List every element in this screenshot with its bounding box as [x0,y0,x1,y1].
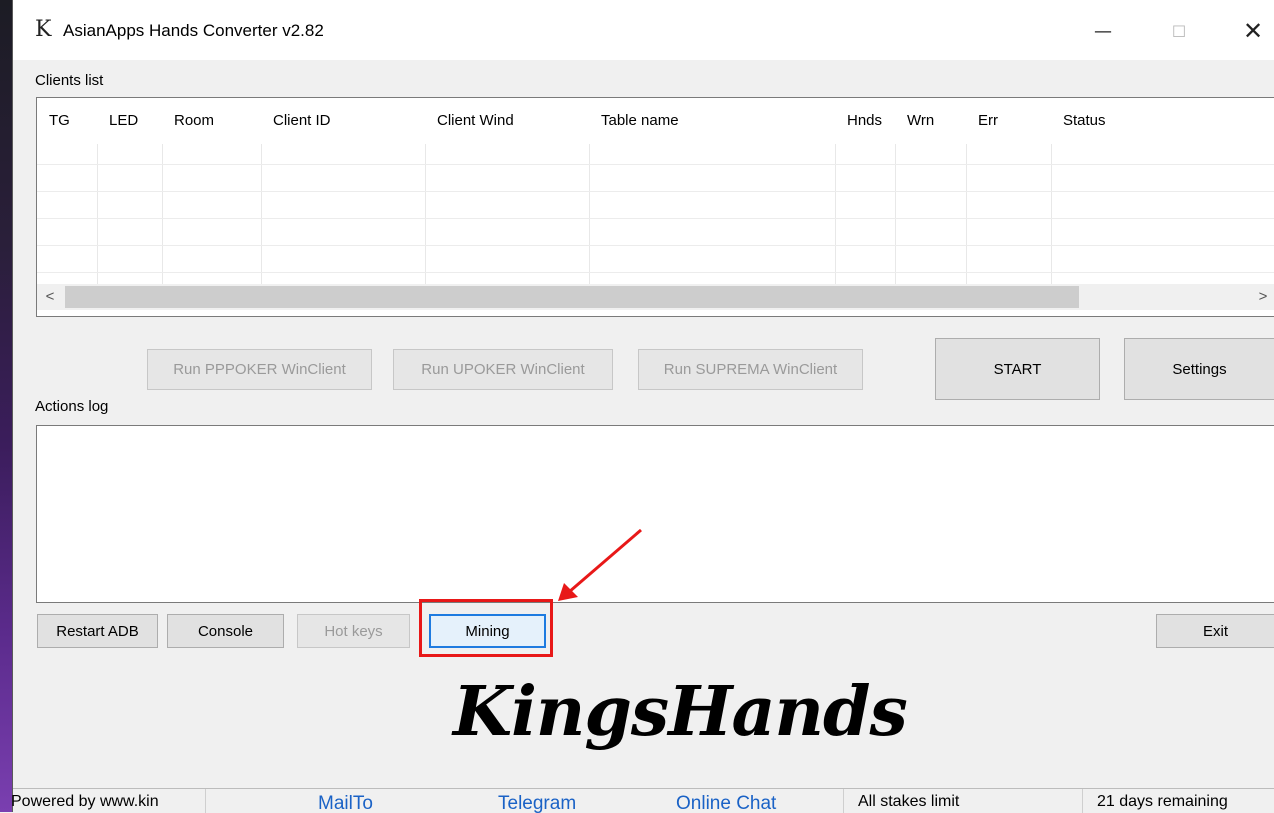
console-button[interactable]: Console [167,614,284,648]
telegram-link[interactable]: Telegram [498,789,638,813]
app-logo-icon: K [35,17,52,42]
column-header-status[interactable]: Status [1051,98,1274,144]
actions-log-label: Actions log [35,398,109,415]
status-powered-by: Powered by www.kin [11,789,206,813]
run-pppoker-winclient-button[interactable]: Run PPPOKER WinClient [147,349,372,390]
column-divider [589,144,590,284]
exit-button[interactable]: Exit [1156,614,1274,648]
close-button[interactable]: ✕ [1231,14,1274,48]
clients-list-table[interactable]: TG LED Room Client ID Client Wind Table … [36,97,1274,317]
column-divider [162,144,163,284]
column-header-err[interactable]: Err [966,98,1051,144]
column-divider [1051,144,1052,284]
column-header-table-name[interactable]: Table name [589,98,835,144]
mining-button[interactable]: Mining [429,614,546,648]
row-divider [37,218,1274,219]
row-divider [37,191,1274,192]
clients-list-label: Clients list [35,72,104,89]
status-stakes-limit: All stakes limit [843,789,1083,813]
start-button[interactable]: START [935,338,1100,400]
column-header-room[interactable]: Room [162,98,261,144]
actions-log-panel[interactable] [36,425,1274,603]
settings-button[interactable]: Settings [1124,338,1274,400]
column-divider [835,144,836,284]
row-divider [37,245,1274,246]
app-window: K AsianApps Hands Converter v2.82 — ☐ ✕ … [11,0,1274,813]
kingshands-logo: KingsHands [453,672,908,752]
minimize-button[interactable]: — [1081,14,1125,48]
column-header-hnds[interactable]: Hnds [835,98,895,144]
scroll-thumb[interactable] [65,286,1079,308]
run-upoker-winclient-button[interactable]: Run UPOKER WinClient [393,349,613,390]
status-bar: Powered by www.kin MailTo Telegram Onlin… [11,788,1274,813]
horizontal-scrollbar[interactable]: < > [37,284,1274,310]
online-chat-link[interactable]: Online Chat [676,789,836,813]
column-header-tg[interactable]: TG [37,98,97,144]
row-divider [37,272,1274,273]
mailto-link[interactable]: MailTo [318,789,438,813]
run-suprema-winclient-button[interactable]: Run SUPREMA WinClient [638,349,863,390]
column-divider [895,144,896,284]
maximize-button[interactable]: ☐ [1157,14,1201,48]
column-header-led[interactable]: LED [97,98,162,144]
column-divider [97,144,98,284]
restart-adb-button[interactable]: Restart ADB [37,614,158,648]
row-divider [37,164,1274,165]
column-divider [966,144,967,284]
scroll-right-icon[interactable]: > [1250,284,1274,310]
hot-keys-button[interactable]: Hot keys [297,614,410,648]
column-divider [425,144,426,284]
column-header-client-wind[interactable]: Client Wind [425,98,589,144]
column-divider [261,144,262,284]
title-bar: K AsianApps Hands Converter v2.82 — ☐ ✕ [13,0,1274,60]
window-title: AsianApps Hands Converter v2.82 [63,21,324,40]
column-header-wrn[interactable]: Wrn [895,98,966,144]
scroll-left-icon[interactable]: < [37,284,63,310]
desktop-background-strip [0,0,12,812]
status-days-remaining: 21 days remaining [1097,793,1228,810]
column-header-client-id[interactable]: Client ID [261,98,425,144]
